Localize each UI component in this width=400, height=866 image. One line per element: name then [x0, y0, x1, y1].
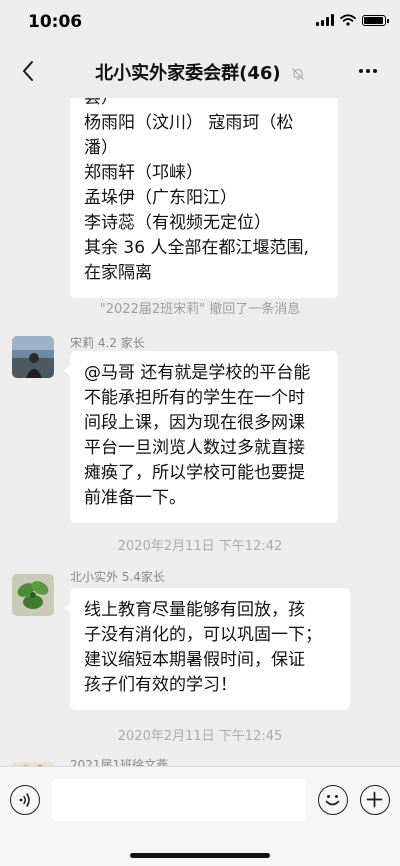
- timestamp: 2020年2月11日 下午12:45: [117, 729, 283, 744]
- home-indicator: [130, 853, 270, 858]
- message-line: 孩子们有效的学习！: [84, 675, 237, 695]
- sender-name: 北小实外 5.4家长: [70, 570, 165, 584]
- message-line: @马哥 还有就是学校的平台能: [84, 363, 311, 383]
- message-line: 李诗蕊（有视频无定位）: [84, 213, 271, 233]
- message-line: 建议缩短本期暑假时间，保证: [84, 650, 305, 670]
- timestamp: 2020年2月11日 下午12:42: [117, 539, 283, 554]
- battery-fill: [364, 16, 383, 24]
- message-line: 子没有消化的，可以巩固一下；: [84, 625, 322, 645]
- message-line: 前准备一下。: [84, 488, 186, 508]
- message-bubble[interactable]: @马哥 还有就是学校的平台能 不能承担所有的学生在一个时 间段上课，因为现在很多…: [64, 351, 338, 523]
- recall-notice: "2022届2班宋莉" 撤回了一条消息: [99, 302, 301, 317]
- nav-title-container: 北小实外家委会群(46): [60, 59, 340, 85]
- sender-name: 2021届1班徐文燕: [70, 758, 169, 766]
- message-line: 孟垛伊（广东阳江）: [84, 188, 237, 208]
- plus-icon[interactable]: [360, 785, 390, 815]
- message-line: 在家隔离: [84, 263, 152, 283]
- avatar[interactable]: [12, 336, 54, 378]
- emoji-icon[interactable]: [318, 785, 348, 815]
- chat-title: 北小实外家委会群(46): [95, 63, 281, 84]
- message-input[interactable]: [52, 779, 306, 821]
- input-bar: [0, 766, 400, 866]
- chat-area[interactable]: 县） 杨雨阳（汶川） 寇雨珂（松 潘） 郑雨轩（邛崃） 孟垛伊（广东阳江） 李诗…: [0, 98, 400, 766]
- cellular-signal-icon: [316, 14, 334, 26]
- message-line: 其余 36 人全部在都江堰范围,: [84, 238, 309, 258]
- bubble-tail: [64, 365, 71, 377]
- nav-bar: 北小实外家委会群(46): [0, 44, 400, 98]
- message-line: 瘫痪了，所以学校可能也要提: [84, 463, 305, 483]
- sender-name: 宋莉 4.2 家长: [70, 336, 145, 350]
- message-bubble[interactable]: 线上教育尽量能够有回放，孩 子没有消化的，可以巩固一下； 建议缩短本期暑假时间，…: [64, 588, 350, 710]
- voice-icon[interactable]: [10, 785, 40, 815]
- message-line: 县）: [84, 98, 118, 108]
- message-line: 潘）: [84, 138, 118, 158]
- chevron-left-icon[interactable]: [10, 53, 46, 89]
- message-line: 平台一旦浏览人数过多就直接: [84, 438, 305, 458]
- message-line: 郑雨轩（邛崃）: [84, 163, 203, 183]
- battery-icon: [362, 14, 389, 26]
- status-bar: 10:06: [0, 0, 400, 44]
- bubble-tail: [64, 602, 71, 614]
- bell-mute-icon: [292, 68, 304, 80]
- more-dots-icon[interactable]: [350, 53, 386, 89]
- message-line: 线上教育尽量能够有回放，孩: [84, 600, 305, 620]
- message-line: 间段上课，因为现在很多网课: [84, 413, 305, 433]
- message-line: 杨雨阳（汶川） 寇雨珂（松: [84, 113, 294, 133]
- message-bubble[interactable]: 县） 杨雨阳（汶川） 寇雨珂（松 潘） 郑雨轩（邛崃） 孟垛伊（广东阳江） 李诗…: [70, 98, 338, 298]
- message-line: 不能承担所有的学生在一个时: [84, 388, 305, 408]
- wifi-icon: [340, 14, 356, 26]
- status-icons: [316, 14, 389, 26]
- status-time: 10:06: [28, 12, 83, 32]
- avatar[interactable]: [12, 574, 54, 616]
